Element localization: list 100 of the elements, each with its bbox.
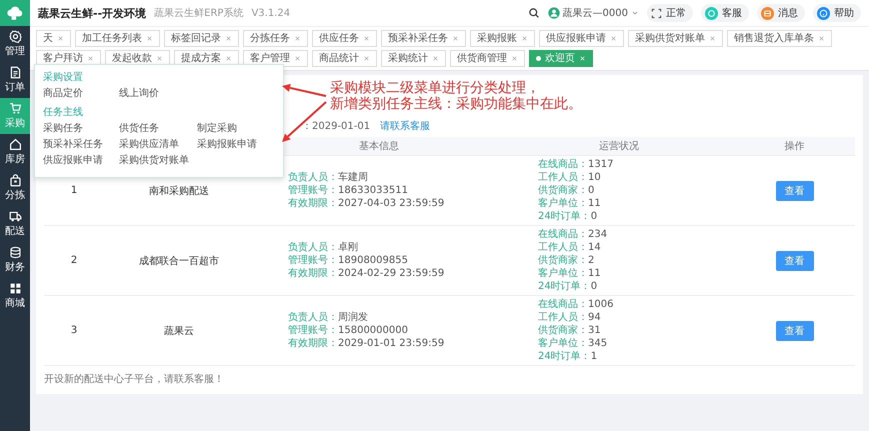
row-index: 2 [70, 255, 78, 266]
message-button[interactable]: 消息 [757, 4, 805, 22]
tab[interactable]: 采购供货对账单 [628, 30, 723, 47]
annotation-text: 新增类别任务主线：采购功能集中在此。 [330, 96, 582, 112]
sidebar-item[interactable]: 管理 [0, 26, 30, 62]
stat-label: 在线商品： [538, 159, 588, 170]
field-value: 周润发 [338, 312, 368, 323]
tab[interactable]: 分拣任务 [243, 30, 308, 47]
document-icon [8, 66, 22, 79]
stat-value: 11 [588, 268, 601, 279]
close-icon [511, 55, 518, 62]
app-subtitle: 蔬果云生鲜ERP系统 [154, 6, 244, 20]
stat-label: 工作人员： [538, 312, 588, 323]
caret-icon [631, 9, 639, 17]
center-name: 成都联合一百超市 [139, 254, 219, 268]
stat-value: 94 [588, 312, 601, 323]
stat-value: 345 [588, 338, 608, 349]
stat-value: 31 [588, 325, 601, 336]
menu-item[interactable]: 预采补采任务 [43, 138, 119, 151]
user-menu[interactable]: 蔬果云—0000 [548, 6, 639, 20]
cart-icon [8, 102, 22, 115]
close-icon [709, 35, 716, 42]
search-icon[interactable] [528, 7, 540, 19]
close-icon [57, 35, 64, 42]
gear-icon [8, 30, 22, 43]
field-value: 卓刚 [338, 242, 358, 253]
column-header: 运营状况 [599, 140, 639, 153]
menu-item[interactable]: 采购供货对账单 [119, 154, 197, 167]
sidebar-item[interactable]: 商城 [0, 278, 30, 314]
tab[interactable]: 供货商管理 [450, 50, 525, 67]
stat-value: 2 [588, 255, 594, 266]
tab[interactable]: 采购统计 [381, 50, 446, 67]
menu-item[interactable]: 供货任务 [119, 122, 197, 135]
menu-item[interactable]: 采购供应清单 [119, 138, 197, 151]
tab[interactable]: 销售退货入库单条 [727, 30, 832, 47]
sidebar-item[interactable]: 订单 [0, 62, 30, 98]
bag-icon [8, 174, 22, 187]
stat-label: 24时订单： [538, 351, 591, 362]
stat-label: 供货商家： [538, 325, 588, 336]
field-label: 有效期限： [288, 268, 338, 279]
close-icon [363, 35, 370, 42]
stat-label: 在线商品： [538, 299, 588, 310]
tab[interactable]: 预采补采任务 [381, 30, 466, 47]
tab[interactable]: 加工任务列表 [75, 30, 160, 47]
service-button[interactable]: 客服 [701, 4, 749, 22]
menu-item[interactable]: 采购任务 [43, 122, 119, 135]
field-label: 负责人员： [288, 242, 338, 253]
field-value: 车建周 [338, 172, 368, 183]
menu-section-title: 任务主线 [43, 106, 84, 120]
row-index: 3 [70, 325, 78, 336]
center-name: 南和采购配送 [149, 184, 209, 198]
close-icon [156, 55, 163, 62]
close-icon [225, 55, 232, 62]
stat-label: 供货商家： [538, 185, 588, 196]
tab[interactable]: 供应报账申请 [539, 30, 624, 47]
tab[interactable]: 商品统计 [312, 50, 377, 67]
field-value: 18908009855 [338, 255, 408, 266]
tab[interactable]: 标签回记录 [164, 30, 239, 47]
close-icon [87, 55, 94, 62]
fullscreen-button[interactable]: 正常 [647, 4, 693, 22]
field-label: 管理账号： [288, 255, 338, 266]
stat-value: 14 [588, 242, 601, 253]
tab[interactable]: 采购报账 [470, 30, 535, 47]
cloud-logo-icon [6, 4, 24, 22]
menu-item[interactable]: 商品定价 [43, 87, 119, 100]
close-icon [579, 55, 586, 62]
stat-label: 24时订单： [538, 211, 591, 222]
close-icon [363, 55, 370, 62]
tab[interactable]: 供应任务 [312, 30, 377, 47]
menu-item[interactable]: 制定采购 [197, 122, 273, 135]
app-title: 蔬果云生鲜--开发环境 [38, 6, 146, 20]
stat-label: 客户单位： [538, 268, 588, 279]
menu-item[interactable]: 线上询价 [119, 87, 197, 100]
truck-icon [8, 210, 22, 223]
field-label: 负责人员： [288, 312, 338, 323]
stat-label: 客户单位： [538, 338, 588, 349]
field-label: 有效期限： [288, 198, 338, 209]
stat-value: 0 [588, 185, 594, 196]
stat-label: 在线商品： [538, 229, 588, 240]
menu-section-title: 采购设置 [43, 71, 84, 85]
row-index: 1 [70, 185, 78, 196]
sidebar-item[interactable]: 财务 [0, 242, 30, 278]
tab[interactable]: 天 [36, 30, 71, 47]
sidebar-item[interactable]: 分拣 [0, 170, 30, 206]
sidebar-item[interactable]: 库房 [0, 134, 30, 170]
help-button[interactable]: 帮助 [813, 4, 861, 22]
close-icon [521, 35, 528, 42]
sidebar-item[interactable]: 配送 [0, 206, 30, 242]
close-icon [225, 35, 232, 42]
menu-item[interactable]: 采购报账申请 [197, 138, 273, 151]
field-value: 2024-02-29 23:59:59 [338, 268, 444, 279]
menu-item[interactable]: 供应报账申请 [43, 154, 119, 167]
stat-label: 客户单位： [538, 198, 588, 209]
close-icon [452, 35, 459, 42]
stat-label: 工作人员： [538, 172, 588, 183]
stat-value: 1006 [588, 299, 614, 310]
close-icon [818, 35, 825, 42]
center-name: 蔬果云 [164, 324, 194, 338]
footer-note: 开设新的配送中心子平台，请联系客服！ [44, 372, 225, 386]
stat-value: 11 [588, 198, 601, 209]
